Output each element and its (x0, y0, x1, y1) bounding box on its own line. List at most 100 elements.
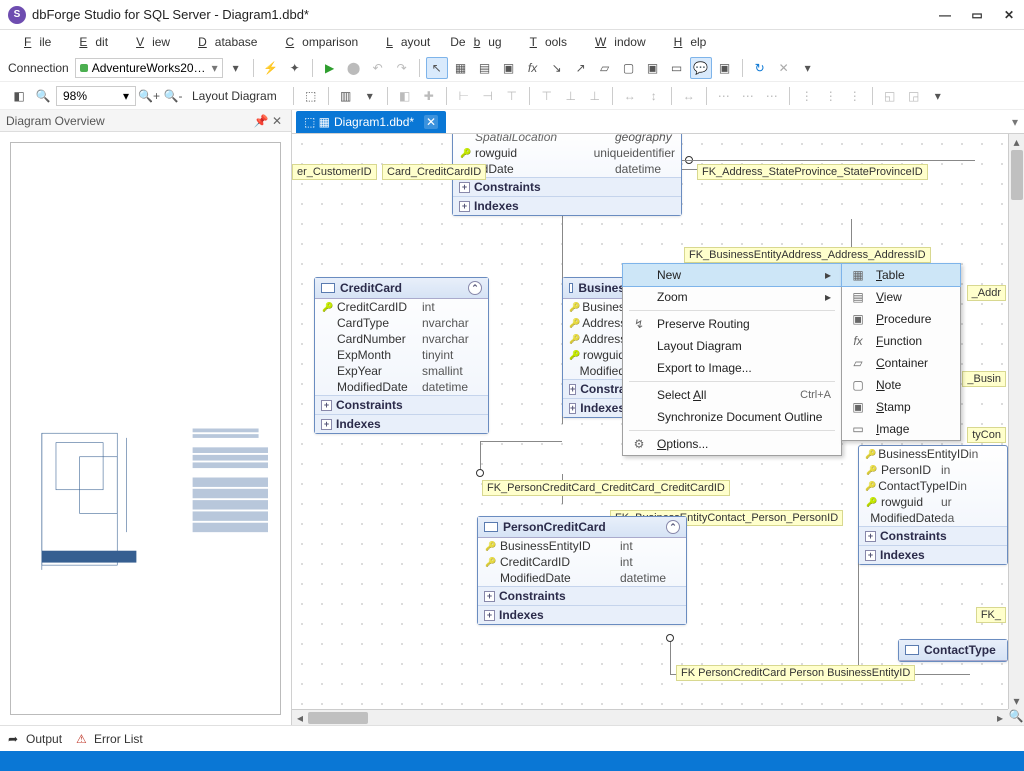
delete-button[interactable]: ✕ (773, 57, 795, 79)
distribute-v-icon[interactable]: ↕ (643, 85, 665, 107)
panel-output[interactable]: ➦ Output (8, 732, 62, 746)
bring-front-icon[interactable]: ◲ (903, 85, 925, 107)
zoom-dropdown[interactable]: 98%▾ (56, 86, 136, 106)
expand-icon[interactable]: + (569, 403, 576, 414)
redo-button[interactable]: ↷ (391, 57, 413, 79)
canvas-zoom-corner-icon[interactable]: 🔍 (1008, 709, 1024, 725)
tab-close-icon[interactable]: ✕ (424, 115, 438, 129)
menu-edit[interactable]: Edit (63, 33, 116, 51)
align-left-dd-icon[interactable]: ◧ (394, 85, 416, 107)
space-h2-icon[interactable]: ⋯ (737, 85, 759, 107)
layout-diagram-button[interactable]: Layout Diagram (186, 87, 283, 105)
overview-icon[interactable]: ◧ (8, 85, 30, 107)
zoom-out-icon[interactable]: 🔍- (162, 85, 184, 107)
space-h3-icon[interactable]: ⋯ (761, 85, 783, 107)
unplug-icon[interactable]: ✦ (284, 57, 306, 79)
space-v3-icon[interactable]: ⋮ (844, 85, 866, 107)
refresh-button[interactable]: ↻ (749, 57, 771, 79)
panel-close-icon[interactable]: ✕ (269, 114, 285, 128)
entity-personcreditcard[interactable]: PersonCreditCard⌃ BusinessEntityIDint Cr… (477, 516, 687, 625)
context-menu[interactable]: New▸ ▦Table ▤View ▣Procedure fxFunction … (622, 263, 842, 456)
ctx-layout-diagram[interactable]: Layout Diagram (623, 335, 841, 357)
ctx-new[interactable]: New▸ ▦Table ▤View ▣Procedure fxFunction … (622, 263, 842, 287)
view-tool-icon[interactable]: ▤ (474, 57, 496, 79)
stamp-tool-icon[interactable]: ▣ (642, 57, 664, 79)
menu-file[interactable]: File (8, 33, 59, 51)
sub-stamp[interactable]: ▣Stamp (842, 396, 960, 418)
menu-tools[interactable]: Tools (514, 33, 575, 51)
toolbar2-dd[interactable]: ▾ (927, 85, 949, 107)
menu-database[interactable]: Database (182, 33, 265, 51)
zoom-in-icon[interactable]: 🔍+ (138, 85, 160, 107)
close-button[interactable]: ✕ (1002, 8, 1016, 22)
sub-image[interactable]: ▭Image (842, 418, 960, 440)
space-h-icon[interactable]: ⋯ (713, 85, 735, 107)
comment-tool-icon[interactable]: 💬 (690, 57, 712, 79)
space-v-icon[interactable]: ⋮ (796, 85, 818, 107)
ctx-select-all[interactable]: Select AllCtrl+A (623, 384, 841, 406)
entity-contacttype-partial[interactable]: ContactType (898, 639, 1008, 662)
tab-diagram1[interactable]: ⬚ ▦ Diagram1.dbd* ✕ (296, 111, 446, 133)
align-center-icon[interactable]: ⊣ (477, 85, 499, 107)
text-tool-icon[interactable]: ▣ (714, 57, 736, 79)
page-setup-dd[interactable]: ▾ (359, 85, 381, 107)
connection-picker-button[interactable]: ▾ (225, 57, 247, 79)
align-right-icon[interactable]: ⊤ (501, 85, 523, 107)
expand-icon[interactable]: + (865, 550, 876, 561)
table-tool-icon[interactable]: ▦ (450, 57, 472, 79)
more-dropdown[interactable]: ▾ (797, 57, 819, 79)
overview-minimap[interactable] (10, 142, 281, 715)
undo-button[interactable]: ↶ (367, 57, 389, 79)
search-icon[interactable]: 🔍 (32, 85, 54, 107)
expand-icon[interactable]: + (484, 591, 495, 602)
minimize-button[interactable]: — (938, 8, 952, 22)
page-setup-icon[interactable]: ▥ (335, 85, 357, 107)
collapse-icon[interactable]: ⌃ (666, 520, 680, 534)
align-middle-icon[interactable]: ⊥ (560, 85, 582, 107)
distribute-h-icon[interactable]: ↔ (619, 85, 641, 107)
sub-function[interactable]: fxFunction (842, 330, 960, 352)
expand-icon[interactable]: + (569, 384, 576, 395)
ctx-zoom[interactable]: Zoom▸ (623, 286, 841, 308)
menu-help[interactable]: Help (658, 33, 715, 51)
pin-icon[interactable]: 📌 (253, 114, 269, 128)
canvas-scrollbar-v[interactable]: ▴▾ (1008, 134, 1024, 709)
align-left-icon[interactable]: ⊢ (453, 85, 475, 107)
submenu-new[interactable]: ▦Table ▤View ▣Procedure fxFunction ▱Cont… (841, 263, 961, 441)
menu-debug[interactable]: Debug (442, 33, 509, 51)
entity-businessentitycontact-partial[interactable]: BusinessEntityIDin PersonIDin ContactTyp… (858, 445, 1008, 565)
virtual-relation-icon[interactable]: ↗ (570, 57, 592, 79)
sub-table[interactable]: ▦Table (841, 263, 961, 287)
expand-icon[interactable]: + (865, 531, 876, 542)
ctx-options[interactable]: ⚙Options... (623, 433, 841, 455)
procedure-tool-icon[interactable]: ▣ (498, 57, 520, 79)
sub-view[interactable]: ▤View (842, 286, 960, 308)
function-tool-icon[interactable]: fx (522, 57, 544, 79)
plug-icon[interactable]: ⚡ (260, 57, 282, 79)
container-tool-icon[interactable]: ▱ (594, 57, 616, 79)
menu-view[interactable]: View (120, 33, 178, 51)
maximize-button[interactable]: ▭ (970, 8, 984, 22)
ctx-sync-outline[interactable]: Synchronize Document Outline (623, 406, 841, 428)
sub-procedure[interactable]: ▣Procedure (842, 308, 960, 330)
pointer-tool-icon[interactable]: ↖ (426, 57, 448, 79)
expand-icon[interactable]: + (484, 610, 495, 621)
entity-creditcard[interactable]: CreditCard⌃ CreditCardIDint CardTypenvar… (314, 277, 489, 434)
tree-layout-icon[interactable]: ⬚ (300, 85, 322, 107)
expand-icon[interactable]: + (459, 182, 470, 193)
execute-button[interactable]: ▶ (319, 57, 341, 79)
align-bottom-icon[interactable]: ⊥ (584, 85, 606, 107)
align-top-icon[interactable]: ⊤ (536, 85, 558, 107)
space-v2-icon[interactable]: ⋮ (820, 85, 842, 107)
collapse-icon[interactable]: ⌃ (468, 281, 482, 295)
diagram-canvas[interactable]: SpatialLocationgeography rowguiduniqueid… (292, 134, 1024, 725)
entity-address-partial[interactable]: SpatialLocationgeography rowguiduniqueid… (452, 134, 682, 216)
sub-note[interactable]: ▢Note (842, 374, 960, 396)
expand-icon[interactable]: + (321, 400, 332, 411)
align-add-icon[interactable]: ✚ (418, 85, 440, 107)
menu-window[interactable]: Window (579, 33, 654, 51)
expand-icon[interactable]: + (321, 419, 332, 430)
relation-tool-icon[interactable]: ↘ (546, 57, 568, 79)
ctx-preserve-routing[interactable]: ↯Preserve Routing (623, 313, 841, 335)
expand-icon[interactable]: + (459, 201, 470, 212)
